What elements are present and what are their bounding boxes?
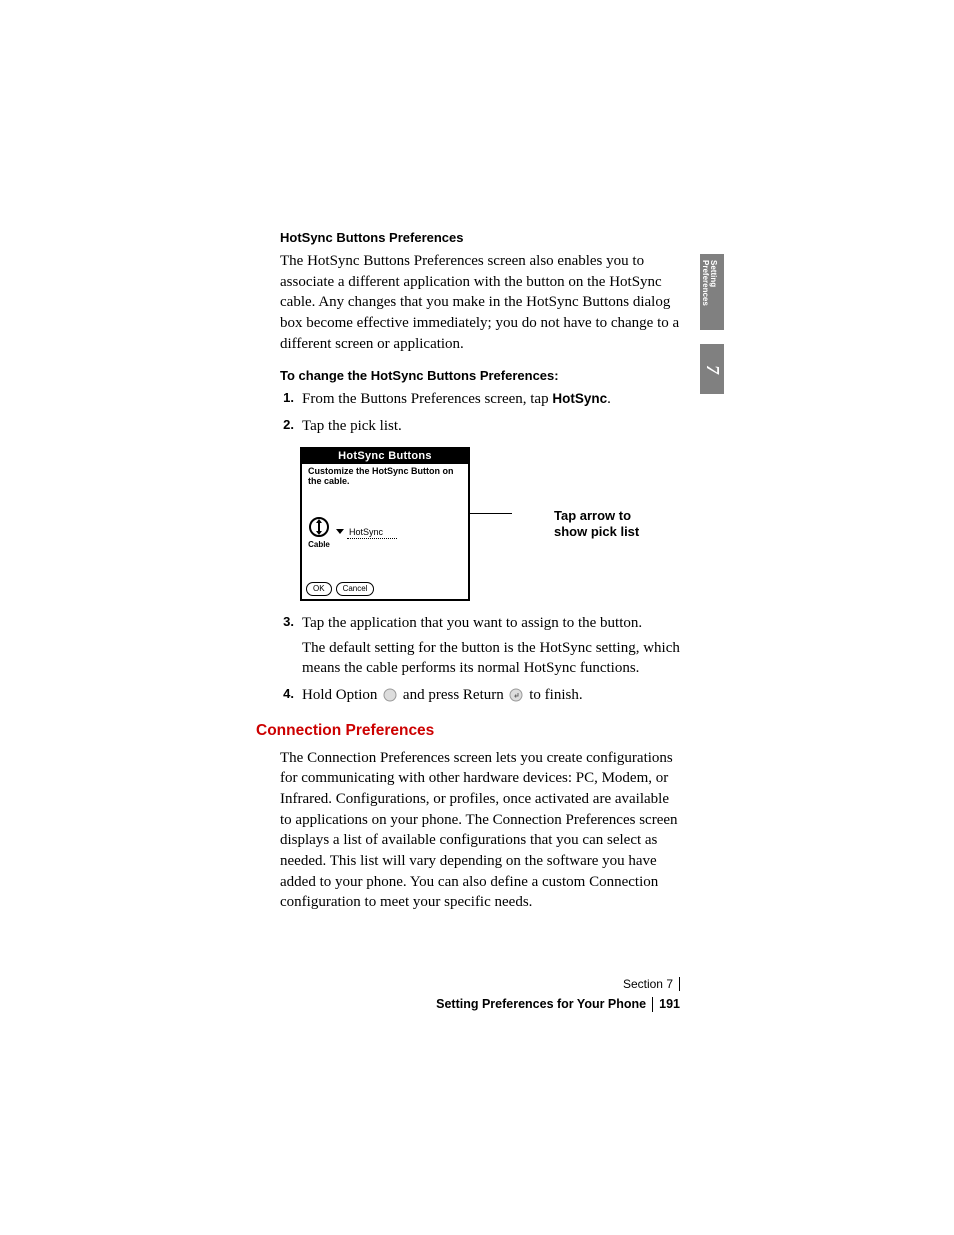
callout-line	[470, 513, 512, 514]
paragraph-hotsync-intro: The HotSync Buttons Preferences screen a…	[280, 251, 680, 354]
side-tab-chapter: 7	[700, 344, 724, 394]
step-3: 3. Tap the application that you want to …	[280, 613, 680, 679]
footer-section: Section 7	[623, 977, 680, 991]
pda-cable-label: Cable	[308, 540, 330, 549]
pda-screenshot: HotSync Buttons Customize the HotSync Bu…	[300, 447, 470, 601]
heading-connection-preferences: Connection Preferences	[256, 722, 656, 740]
pda-dropdown-value: HotSync	[347, 527, 397, 539]
pda-ok-button[interactable]: OK	[306, 582, 332, 596]
side-tab-line2: Preferences	[701, 260, 710, 306]
footer-title: Setting Preferences for Your Phone	[436, 997, 653, 1012]
steps-list-1: 1. From the Buttons Preferences screen, …	[280, 389, 680, 436]
pda-titlebar: HotSync Buttons	[302, 449, 468, 464]
step-subtext: The default setting for the button is th…	[302, 638, 680, 679]
pda-dropdown[interactable]: HotSync	[336, 527, 397, 539]
step-number: 1.	[274, 389, 294, 407]
steps-list-2: 3. Tap the application that you want to …	[280, 613, 680, 706]
pda-cancel-button[interactable]: Cancel	[336, 582, 375, 596]
step-number: 2.	[274, 416, 294, 434]
pda-body: Cable HotSync	[302, 487, 468, 579]
pda-cable-icon-col: Cable	[308, 516, 330, 549]
step-text-pre: Hold Option	[302, 687, 381, 703]
step-text: Tap the pick list.	[302, 418, 402, 434]
return-key-icon	[509, 688, 523, 702]
step-text-post: to finish.	[529, 687, 582, 703]
dropdown-arrow-icon	[336, 527, 344, 535]
step-1: 1. From the Buttons Preferences screen, …	[280, 389, 680, 410]
page: Setting Preferences 7 HotSync Buttons Pr…	[0, 0, 954, 1235]
heading-hotsync-buttons: HotSync Buttons Preferences	[280, 230, 680, 245]
step-number: 3.	[274, 613, 294, 631]
side-tab-chapter-num: 7	[702, 365, 723, 374]
figure-caption: Tap arrow to show pick list	[554, 508, 646, 541]
pda-instruction: Customize the HotSync Button on the cabl…	[302, 464, 468, 487]
page-footer: Section 7 Setting Preferences for Your P…	[280, 975, 680, 1013]
side-tab-label: Setting Preferences	[700, 254, 724, 330]
content-column: HotSync Buttons Preferences The HotSync …	[280, 230, 680, 927]
step-bold: HotSync	[552, 391, 607, 406]
hotsync-cable-icon	[308, 516, 330, 538]
step-number: 4.	[274, 685, 294, 703]
step-2: 2. Tap the pick list.	[280, 416, 680, 437]
hotsync-figure: HotSync Buttons Customize the HotSync Bu…	[300, 447, 680, 601]
side-tab-line1: Setting	[709, 260, 718, 287]
step-post: .	[607, 391, 611, 407]
paragraph-connection: The Connection Preferences screen lets y…	[280, 748, 680, 914]
heading-to-change: To change the HotSync Buttons Preference…	[280, 368, 680, 383]
option-key-icon	[383, 688, 397, 702]
footer-page-number: 191	[653, 997, 680, 1011]
step-4: 4. Hold Option and press Return to finis…	[280, 685, 680, 706]
step-text-mid: and press Return	[403, 687, 508, 703]
pda-footer: OK Cancel	[302, 579, 468, 599]
step-text: From the Buttons Preferences screen, tap	[302, 391, 552, 407]
step-text: Tap the application that you want to ass…	[302, 615, 642, 631]
